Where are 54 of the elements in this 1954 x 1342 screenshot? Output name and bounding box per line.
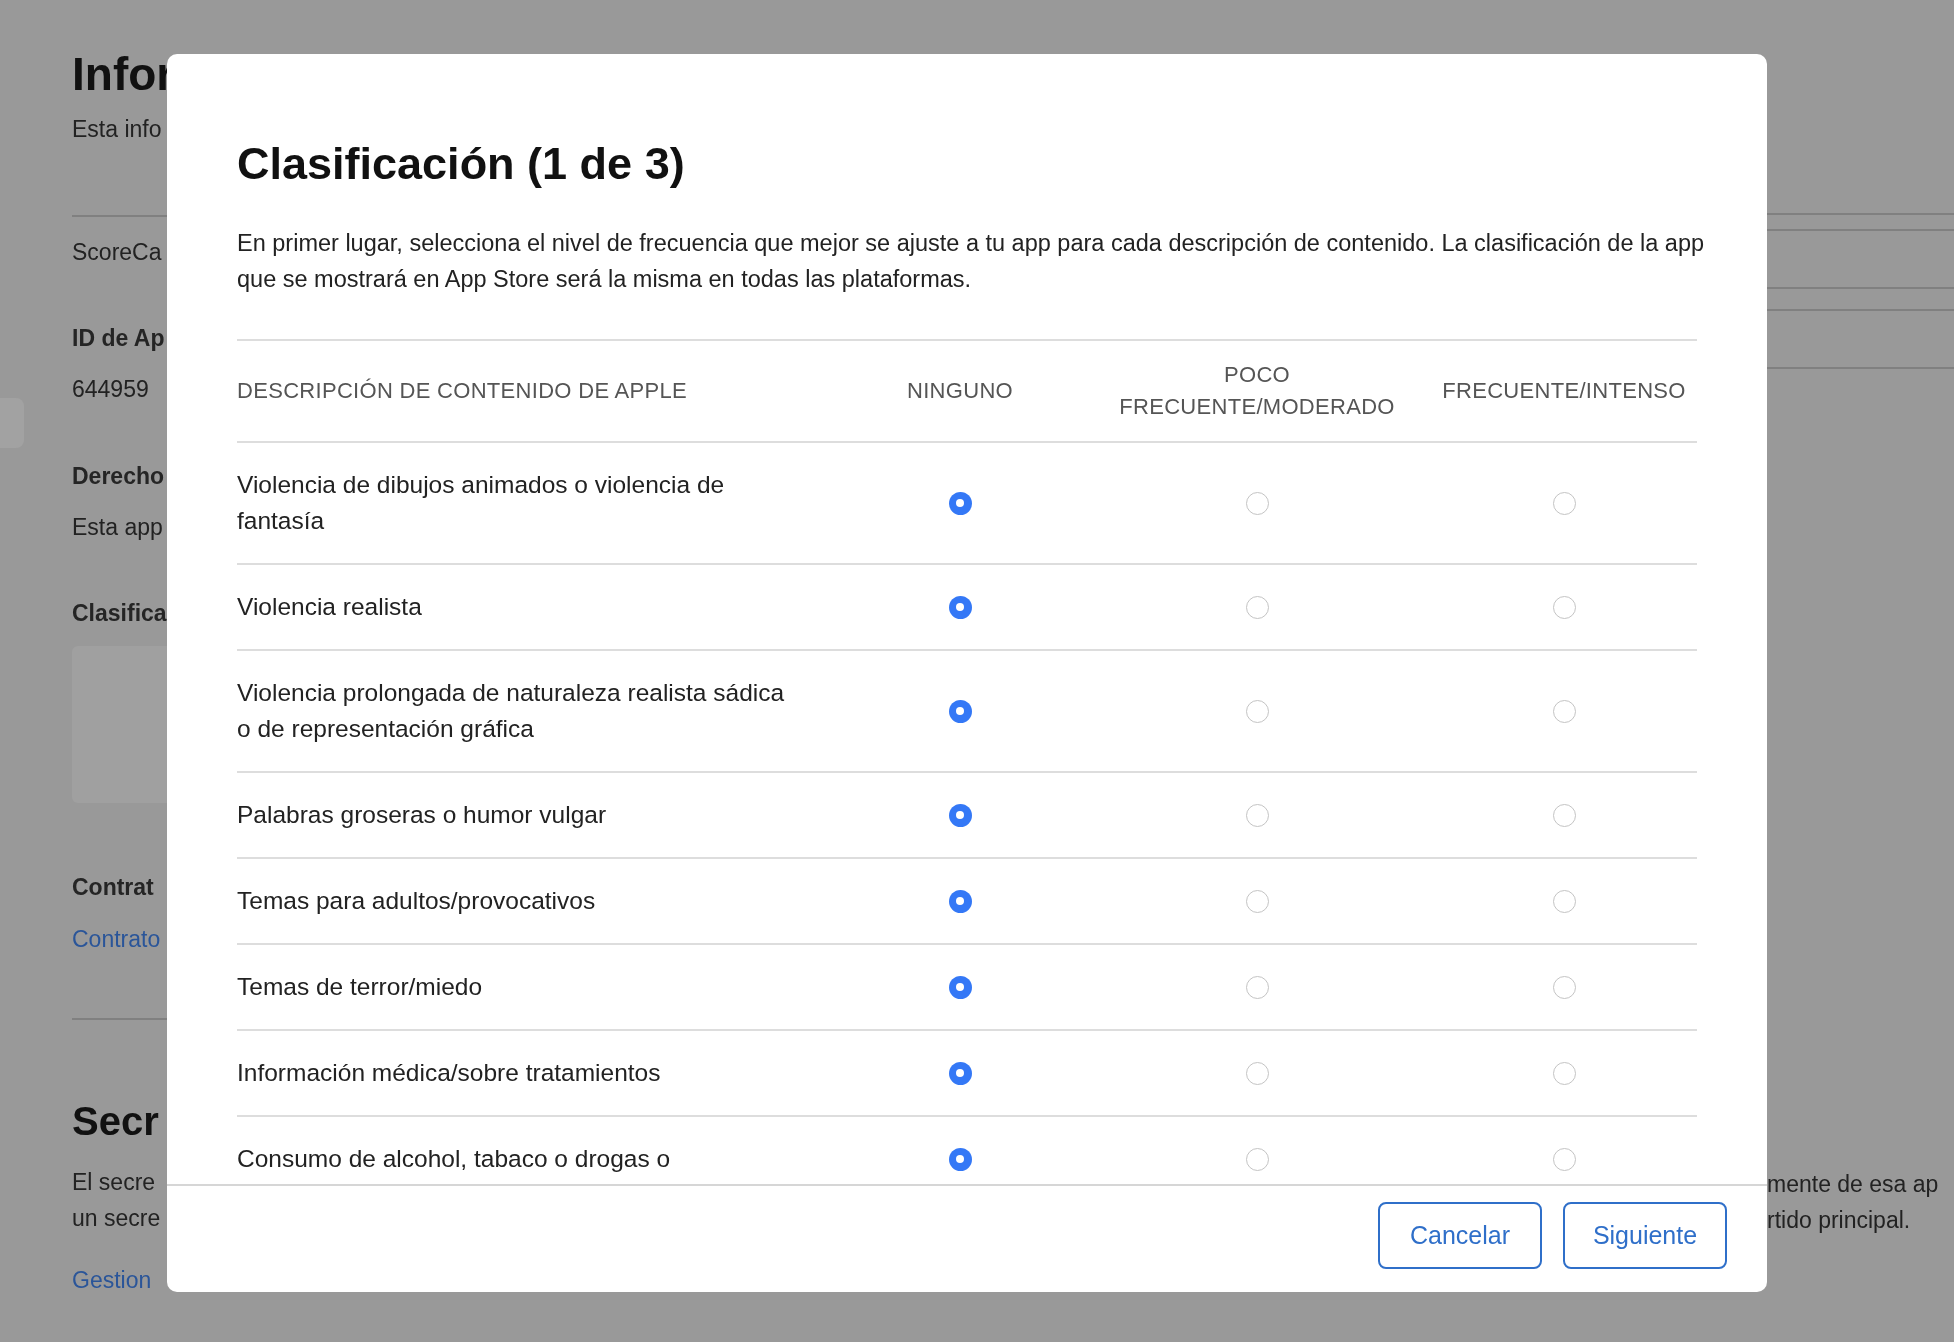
content-description: Temas para adultos/provocativos xyxy=(237,886,597,916)
radio-button[interactable] xyxy=(948,889,972,913)
radio-button[interactable] xyxy=(1245,699,1269,723)
radio-button[interactable] xyxy=(1245,975,1269,999)
radio-button[interactable] xyxy=(948,975,972,999)
radio-button[interactable] xyxy=(1552,975,1576,999)
field-label: Contrat xyxy=(72,873,155,902)
cancel-button[interactable]: Cancelar xyxy=(1378,1201,1542,1269)
radio-button[interactable] xyxy=(1552,1147,1576,1171)
page-subtitle: Esta info xyxy=(72,115,163,144)
field-label: Derecho xyxy=(72,462,166,491)
radio-button[interactable] xyxy=(948,491,972,515)
section-text: El secre xyxy=(72,1168,157,1197)
radio-button[interactable] xyxy=(1245,1147,1269,1171)
page-title: Infor xyxy=(72,47,176,102)
section-text: mente de esa ap xyxy=(1767,1170,1940,1199)
radio-button[interactable] xyxy=(1552,699,1576,723)
content-description: Violencia prolongada de naturaleza realista sádica o de representación gráfica xyxy=(237,678,786,744)
radio-button[interactable] xyxy=(1245,889,1269,913)
radio-button[interactable] xyxy=(1552,1061,1576,1085)
content-description: Palabras groseras o humor vulgar xyxy=(237,800,608,830)
column-header: FRECUENTE/INTENSO xyxy=(1441,377,1687,405)
field-value: Esta app xyxy=(72,513,164,542)
content-description: Consumo de alcohol, tabaco o drogas o xyxy=(237,1144,672,1174)
radio-button[interactable] xyxy=(1552,595,1576,619)
content-description: Violencia de dibujos animados o violencia de fantasía xyxy=(237,470,726,536)
app-name: ScoreCa xyxy=(72,238,163,267)
radio-button[interactable] xyxy=(1245,1061,1269,1085)
content-description: Información médica/sobre tratamientos xyxy=(237,1058,662,1088)
radio-button[interactable] xyxy=(948,595,972,619)
column-header: DESCRIPCIÓN DE CONTENIDO DE APPLE xyxy=(237,377,688,405)
content-description: Temas de terror/miedo xyxy=(237,972,484,1002)
radio-button[interactable] xyxy=(1552,803,1576,827)
section-title: Secr xyxy=(72,1098,160,1145)
section-text: rtido principal. xyxy=(1767,1206,1912,1235)
dialog-description: En primer lugar, selecciona el nivel de frecuencia que mejor se ajuste a tu app para cada descripción de contenido. La clasificación de la app que se mostrará en App Store será la misma en todas las plataformas. xyxy=(237,229,1706,294)
radio-button[interactable] xyxy=(1552,491,1576,515)
radio-button[interactable] xyxy=(1245,491,1269,515)
radio-button[interactable] xyxy=(1245,803,1269,827)
content-description: Violencia realista xyxy=(237,592,423,622)
radio-button[interactable] xyxy=(948,699,972,723)
field-value: 644959 xyxy=(72,375,150,404)
radio-button[interactable] xyxy=(948,1147,972,1171)
column-header: NINGUNO xyxy=(906,377,1014,405)
field-label: Clasifica xyxy=(72,599,168,628)
column-header: POCO FRECUENTE/MODERADO xyxy=(1118,361,1396,421)
field-label: ID de Ap xyxy=(72,324,166,353)
radio-button[interactable] xyxy=(948,1061,972,1085)
section-text: un secre xyxy=(72,1204,162,1233)
next-button[interactable]: Siguiente xyxy=(1563,1201,1727,1269)
radio-button[interactable] xyxy=(948,803,972,827)
radio-button[interactable] xyxy=(1245,595,1269,619)
dialog-title: Clasificación (1 de 3) xyxy=(237,137,686,190)
radio-button[interactable] xyxy=(1552,889,1576,913)
